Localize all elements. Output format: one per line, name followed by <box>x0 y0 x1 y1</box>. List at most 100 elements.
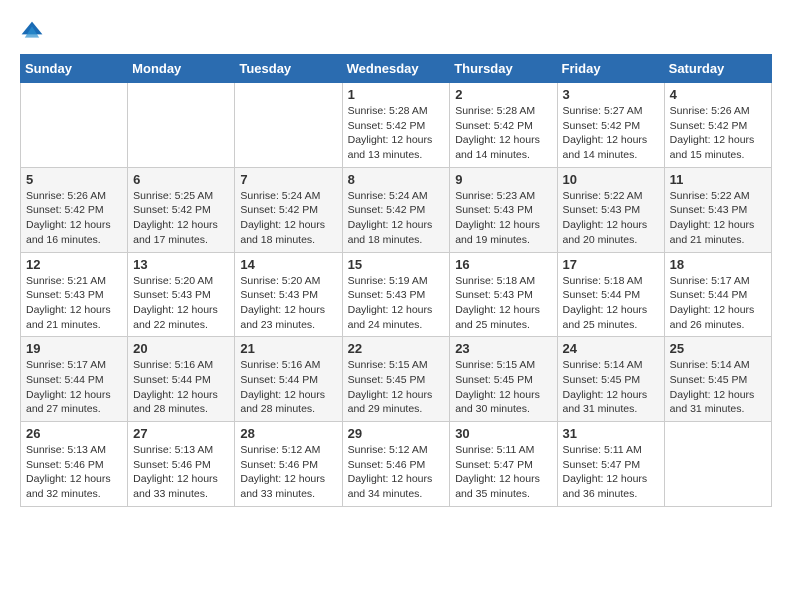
calendar-cell: 26 Sunrise: 5:13 AM Sunset: 5:46 PM Dayli… <box>21 422 128 507</box>
calendar-cell: 31Sunrise: 5:11 AM Sunset: 5:47 PM Dayli… <box>557 422 664 507</box>
day-number: 28 <box>240 426 336 441</box>
day-info: Sunrise: 5:24 AM Sunset: 5:42 PM Dayligh… <box>348 189 445 248</box>
day-info: Sunrise: 5:26 AM Sunset: 5:42 PM Dayligh… <box>670 104 766 163</box>
day-info: Sunrise: 5:20 AM Sunset: 5:43 PM Dayligh… <box>240 274 336 333</box>
day-number: 10 <box>563 172 659 187</box>
calendar-cell <box>235 83 342 168</box>
day-number: 27 <box>133 426 229 441</box>
calendar-cell: 23 Sunrise: 5:15 AM Sunset: 5:45 PM Dayli… <box>450 337 557 422</box>
day-number: 13 <box>133 257 229 272</box>
day-info: Sunrise: 5:27 AM Sunset: 5:42 PM Dayligh… <box>563 104 659 163</box>
day-number: 23 <box>455 341 551 356</box>
calendar-cell: 4Sunrise: 5:26 AM Sunset: 5:42 PM Daylig… <box>664 83 771 168</box>
calendar-cell: 2 Sunrise: 5:28 AM Sunset: 5:42 PM Daylig… <box>450 83 557 168</box>
calendar-cell: 30 Sunrise: 5:11 AM Sunset: 5:47 PM Dayli… <box>450 422 557 507</box>
calendar-cell <box>664 422 771 507</box>
day-number: 31 <box>563 426 659 441</box>
calendar-cell: 5 Sunrise: 5:26 AM Sunset: 5:42 PM Daylig… <box>21 167 128 252</box>
day-number: 7 <box>240 172 336 187</box>
day-number: 20 <box>133 341 229 356</box>
calendar-cell: 20 Sunrise: 5:16 AM Sunset: 5:44 PM Dayli… <box>128 337 235 422</box>
day-number: 18 <box>670 257 766 272</box>
day-info: Sunrise: 5:15 AM Sunset: 5:45 PM Dayligh… <box>348 358 445 417</box>
calendar-cell: 15 Sunrise: 5:19 AM Sunset: 5:43 PM Dayli… <box>342 252 450 337</box>
day-info: Sunrise: 5:18 AM Sunset: 5:44 PM Dayligh… <box>563 274 659 333</box>
day-info: Sunrise: 5:28 AM Sunset: 5:42 PM Dayligh… <box>348 104 445 163</box>
day-header-tuesday: Tuesday <box>235 55 342 83</box>
day-number: 25 <box>670 341 766 356</box>
day-info: Sunrise: 5:22 AM Sunset: 5:43 PM Dayligh… <box>670 189 766 248</box>
calendar-cell <box>128 83 235 168</box>
page-header <box>20 20 772 44</box>
calendar-cell: 14Sunrise: 5:20 AM Sunset: 5:43 PM Dayli… <box>235 252 342 337</box>
day-header-friday: Friday <box>557 55 664 83</box>
calendar-table: SundayMondayTuesdayWednesdayThursdayFrid… <box>20 54 772 507</box>
day-info: Sunrise: 5:22 AM Sunset: 5:43 PM Dayligh… <box>563 189 659 248</box>
logo <box>20 20 46 44</box>
day-number: 30 <box>455 426 551 441</box>
calendar-cell: 9Sunrise: 5:23 AM Sunset: 5:43 PM Daylig… <box>450 167 557 252</box>
day-number: 3 <box>563 87 659 102</box>
day-header-sunday: Sunday <box>21 55 128 83</box>
day-info: Sunrise: 5:12 AM Sunset: 5:46 PM Dayligh… <box>348 443 445 502</box>
day-number: 1 <box>348 87 445 102</box>
calendar-cell: 21 Sunrise: 5:16 AM Sunset: 5:44 PM Dayli… <box>235 337 342 422</box>
calendar-cell: 10 Sunrise: 5:22 AM Sunset: 5:43 PM Dayli… <box>557 167 664 252</box>
day-info: Sunrise: 5:20 AM Sunset: 5:43 PM Dayligh… <box>133 274 229 333</box>
day-info: Sunrise: 5:16 AM Sunset: 5:44 PM Dayligh… <box>240 358 336 417</box>
day-number: 12 <box>26 257 122 272</box>
day-number: 21 <box>240 341 336 356</box>
day-info: Sunrise: 5:13 AM Sunset: 5:46 PM Dayligh… <box>26 443 122 502</box>
day-number: 15 <box>348 257 445 272</box>
day-number: 5 <box>26 172 122 187</box>
calendar-week-row: 19Sunrise: 5:17 AM Sunset: 5:44 PM Dayli… <box>21 337 772 422</box>
day-info: Sunrise: 5:18 AM Sunset: 5:43 PM Dayligh… <box>455 274 551 333</box>
day-info: Sunrise: 5:14 AM Sunset: 5:45 PM Dayligh… <box>563 358 659 417</box>
day-header-wednesday: Wednesday <box>342 55 450 83</box>
calendar-cell: 11 Sunrise: 5:22 AM Sunset: 5:43 PM Dayli… <box>664 167 771 252</box>
day-info: Sunrise: 5:11 AM Sunset: 5:47 PM Dayligh… <box>455 443 551 502</box>
calendar-cell <box>21 83 128 168</box>
day-number: 24 <box>563 341 659 356</box>
day-info: Sunrise: 5:26 AM Sunset: 5:42 PM Dayligh… <box>26 189 122 248</box>
calendar-cell: 19Sunrise: 5:17 AM Sunset: 5:44 PM Dayli… <box>21 337 128 422</box>
day-info: Sunrise: 5:28 AM Sunset: 5:42 PM Dayligh… <box>455 104 551 163</box>
calendar-cell: 1 Sunrise: 5:28 AM Sunset: 5:42 PM Daylig… <box>342 83 450 168</box>
calendar-cell: 12 Sunrise: 5:21 AM Sunset: 5:43 PM Dayli… <box>21 252 128 337</box>
calendar-cell: 29 Sunrise: 5:12 AM Sunset: 5:46 PM Dayli… <box>342 422 450 507</box>
calendar-cell: 3 Sunrise: 5:27 AM Sunset: 5:42 PM Daylig… <box>557 83 664 168</box>
calendar-cell: 6Sunrise: 5:25 AM Sunset: 5:42 PM Daylig… <box>128 167 235 252</box>
day-number: 16 <box>455 257 551 272</box>
day-number: 22 <box>348 341 445 356</box>
day-number: 2 <box>455 87 551 102</box>
day-info: Sunrise: 5:15 AM Sunset: 5:45 PM Dayligh… <box>455 358 551 417</box>
calendar-cell: 16 Sunrise: 5:18 AM Sunset: 5:43 PM Dayli… <box>450 252 557 337</box>
calendar-week-row: 26 Sunrise: 5:13 AM Sunset: 5:46 PM Dayli… <box>21 422 772 507</box>
logo-icon <box>20 20 44 44</box>
day-number: 17 <box>563 257 659 272</box>
day-info: Sunrise: 5:17 AM Sunset: 5:44 PM Dayligh… <box>670 274 766 333</box>
calendar-cell: 27Sunrise: 5:13 AM Sunset: 5:46 PM Dayli… <box>128 422 235 507</box>
calendar-cell: 25 Sunrise: 5:14 AM Sunset: 5:45 PM Dayli… <box>664 337 771 422</box>
day-number: 11 <box>670 172 766 187</box>
calendar-cell: 7 Sunrise: 5:24 AM Sunset: 5:42 PM Daylig… <box>235 167 342 252</box>
day-info: Sunrise: 5:23 AM Sunset: 5:43 PM Dayligh… <box>455 189 551 248</box>
day-info: Sunrise: 5:24 AM Sunset: 5:42 PM Dayligh… <box>240 189 336 248</box>
day-info: Sunrise: 5:14 AM Sunset: 5:45 PM Dayligh… <box>670 358 766 417</box>
day-info: Sunrise: 5:12 AM Sunset: 5:46 PM Dayligh… <box>240 443 336 502</box>
calendar-cell: 22 Sunrise: 5:15 AM Sunset: 5:45 PM Dayli… <box>342 337 450 422</box>
calendar-week-row: 1 Sunrise: 5:28 AM Sunset: 5:42 PM Daylig… <box>21 83 772 168</box>
calendar-cell: 8 Sunrise: 5:24 AM Sunset: 5:42 PM Daylig… <box>342 167 450 252</box>
day-number: 8 <box>348 172 445 187</box>
day-info: Sunrise: 5:21 AM Sunset: 5:43 PM Dayligh… <box>26 274 122 333</box>
calendar-cell: 17 Sunrise: 5:18 AM Sunset: 5:44 PM Dayli… <box>557 252 664 337</box>
day-number: 6 <box>133 172 229 187</box>
day-number: 29 <box>348 426 445 441</box>
day-info: Sunrise: 5:16 AM Sunset: 5:44 PM Dayligh… <box>133 358 229 417</box>
day-info: Sunrise: 5:19 AM Sunset: 5:43 PM Dayligh… <box>348 274 445 333</box>
day-number: 26 <box>26 426 122 441</box>
calendar-week-row: 5 Sunrise: 5:26 AM Sunset: 5:42 PM Daylig… <box>21 167 772 252</box>
day-header-saturday: Saturday <box>664 55 771 83</box>
day-info: Sunrise: 5:17 AM Sunset: 5:44 PM Dayligh… <box>26 358 122 417</box>
calendar-cell: 28 Sunrise: 5:12 AM Sunset: 5:46 PM Dayli… <box>235 422 342 507</box>
